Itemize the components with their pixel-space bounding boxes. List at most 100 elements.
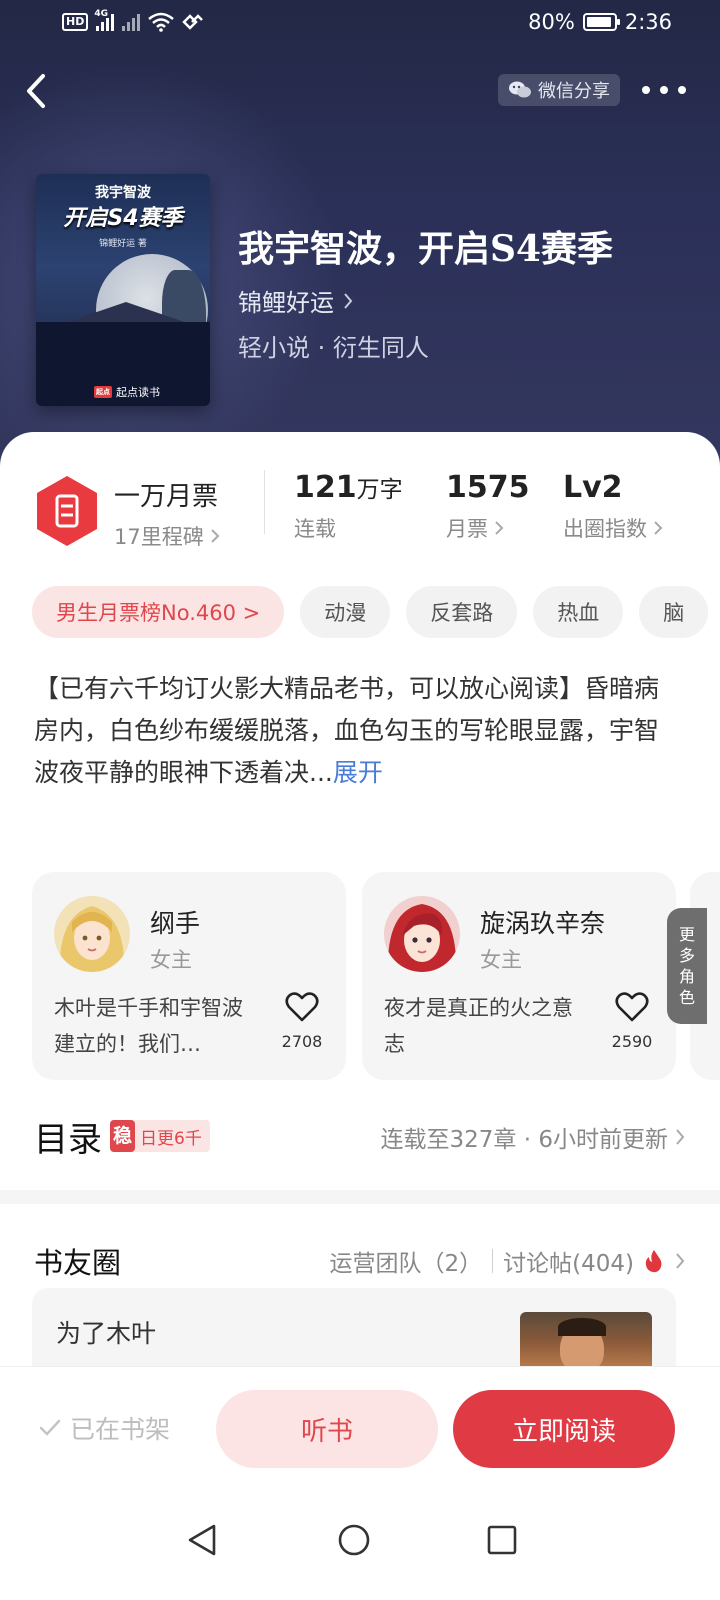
- ticket-milestone-icon: [37, 476, 97, 546]
- book-genre: 轻小说 · 衍生同人: [238, 334, 429, 362]
- post-title: 为了木叶: [56, 1319, 157, 1348]
- serial-status: 连载: [294, 517, 336, 541]
- circle-title: 书友圈: [34, 1246, 122, 1280]
- tag-chip[interactable]: 热血: [533, 586, 624, 638]
- author-name: 锦鲤好运: [238, 289, 334, 317]
- book-description[interactable]: 【已有六千均订火影大精品老书，可以放心阅读】昏暗病房内，白色纱布缓缓脱落，血色勾…: [34, 668, 674, 794]
- popularity-stat[interactable]: Lv2 出圈指数: [563, 470, 663, 543]
- author-link[interactable]: 锦鲤好运: [238, 283, 354, 318]
- chevron-right-icon: [676, 1253, 685, 1269]
- battery-percent: 80%: [528, 10, 575, 34]
- stat-divider: [264, 470, 265, 534]
- character-name: 纲手: [150, 909, 201, 938]
- word-count-stat: 121万字 连载: [294, 470, 403, 543]
- like-count: 2590: [611, 1032, 653, 1051]
- nav-back-button[interactable]: [172, 1510, 232, 1570]
- milestone-title: 一万月票: [114, 482, 219, 512]
- nfc-icon: [182, 14, 204, 30]
- system-nav-bar: [0, 1490, 720, 1600]
- wechat-icon: [509, 81, 531, 98]
- cover-brand-name: 起点读书: [116, 386, 160, 399]
- clock: 2:36: [624, 10, 672, 34]
- fire-icon: [645, 1250, 662, 1273]
- character-name: 旋涡玖辛奈: [480, 909, 606, 938]
- more-characters-button[interactable]: 更多角色: [667, 908, 707, 1024]
- cover-title-line1: 我宇智波: [95, 185, 151, 201]
- character-role: 女主: [150, 948, 192, 972]
- chevron-right-icon: [344, 292, 353, 309]
- battery-icon: [582, 13, 620, 31]
- cover-title-line2: 开启S4赛季: [63, 206, 183, 231]
- monthly-ticket-label: 月票: [446, 517, 488, 541]
- character-card[interactable]: 纲手 女主 木叶是千手和宇智波建立的！我们… 2708: [32, 872, 346, 1080]
- character-avatar: [384, 896, 460, 972]
- signal-icon: 4G: [94, 9, 115, 31]
- more-options-button[interactable]: [638, 78, 690, 102]
- square-recents-icon: [487, 1525, 517, 1555]
- character-role: 女主: [480, 948, 522, 972]
- character-avatar: [54, 896, 130, 972]
- chapter-status: 连载至327章 · 6小时前更新: [380, 1127, 668, 1153]
- character-list: 纲手 女主 木叶是千手和宇智波建立的！我们… 2708 旋涡玖辛奈 女主 夜才是…: [32, 872, 720, 1082]
- like-count: 2708: [281, 1032, 323, 1051]
- heart-icon: [285, 992, 319, 1022]
- milestone-sub: 17里程碑: [114, 525, 204, 549]
- status-bar: HD 4G 80% 2:36: [0, 0, 720, 50]
- on-shelf-label: 已在书架: [70, 1415, 171, 1444]
- back-arrow-icon: [27, 74, 45, 108]
- wechat-share-button[interactable]: 微信分享: [498, 74, 620, 106]
- wifi-icon: [148, 12, 175, 32]
- signal-icon-2: [122, 13, 141, 31]
- read-now-button[interactable]: 立即阅读: [453, 1390, 675, 1468]
- circle-post-card[interactable]: 为了木叶: [32, 1288, 676, 1368]
- cover-author: 锦鲤好运 著: [99, 239, 147, 249]
- rank-tag[interactable]: 男生月票榜No.460 >: [32, 586, 285, 638]
- section-divider: [0, 1190, 720, 1204]
- monthly-ticket-stat[interactable]: 1575 月票: [446, 470, 530, 543]
- triangle-back-icon: [188, 1524, 216, 1556]
- hd-icon: HD: [62, 13, 89, 31]
- tag-list: 男生月票榜No.460 > 动漫 反套路 热血 脑: [32, 586, 720, 640]
- listen-button[interactable]: 听书: [216, 1390, 438, 1468]
- network-type: 4G: [94, 9, 108, 19]
- ops-team-link[interactable]: 运营团队（2）: [330, 1244, 483, 1278]
- thumbnail-hair: [558, 1318, 606, 1336]
- separator: [492, 1249, 494, 1273]
- share-label: 微信分享: [538, 81, 610, 102]
- dot-icon: [678, 86, 686, 94]
- toc-title: 目录: [34, 1120, 102, 1160]
- update-badge-text: 日更6千: [140, 1128, 202, 1149]
- book-circle-header[interactable]: 书友圈 运营团队（2） 讨论帖(404): [34, 1238, 686, 1282]
- milestone-stat[interactable]: 一万月票 17里程碑: [114, 476, 220, 551]
- monthly-ticket-count: 1575: [446, 470, 530, 505]
- circle-home-icon: [338, 1524, 370, 1556]
- like-button[interactable]: 2590: [606, 992, 658, 1051]
- chevron-right-icon: [495, 521, 504, 535]
- popularity-level: Lv2: [563, 470, 623, 505]
- post-thumbnail: [520, 1312, 652, 1368]
- book-cover[interactable]: 我宇智波 开启S4赛季 锦鲤好运 著 起点 起点读书: [36, 174, 210, 406]
- more-characters-label: 更多角色: [678, 925, 695, 1007]
- character-card[interactable]: 旋涡玖辛奈 女主 夜才是真正的火之意志 2590: [362, 872, 676, 1080]
- on-shelf-status: 已在书架: [38, 1410, 170, 1446]
- popularity-label: 出圈指数: [563, 517, 647, 541]
- expand-link[interactable]: 展开: [333, 758, 383, 787]
- character-quote: 夜才是真正的火之意志: [384, 996, 573, 1056]
- tag-chip[interactable]: 动漫: [300, 586, 391, 638]
- tag-chip[interactable]: 反套路: [406, 586, 518, 638]
- dot-icon: [642, 86, 650, 94]
- table-of-contents-row[interactable]: 目录 稳 日更6千 连载至327章 · 6小时前更新: [34, 1112, 686, 1162]
- dot-icon: [660, 86, 668, 94]
- cover-brand: 起点 起点读书: [94, 384, 160, 400]
- nav-recents-button[interactable]: [472, 1510, 532, 1570]
- back-button[interactable]: [16, 66, 56, 116]
- discussion-count[interactable]: 讨论帖(404): [503, 1244, 634, 1278]
- chevron-right-icon: [654, 521, 663, 535]
- chevron-right-icon: [676, 1129, 685, 1145]
- nav-home-button[interactable]: [324, 1510, 384, 1570]
- heart-icon: [615, 992, 649, 1022]
- tag-chip[interactable]: 脑: [639, 586, 709, 638]
- word-unit: 万字: [356, 477, 403, 503]
- like-button[interactable]: 2708: [276, 992, 328, 1051]
- word-count: 121: [294, 470, 357, 505]
